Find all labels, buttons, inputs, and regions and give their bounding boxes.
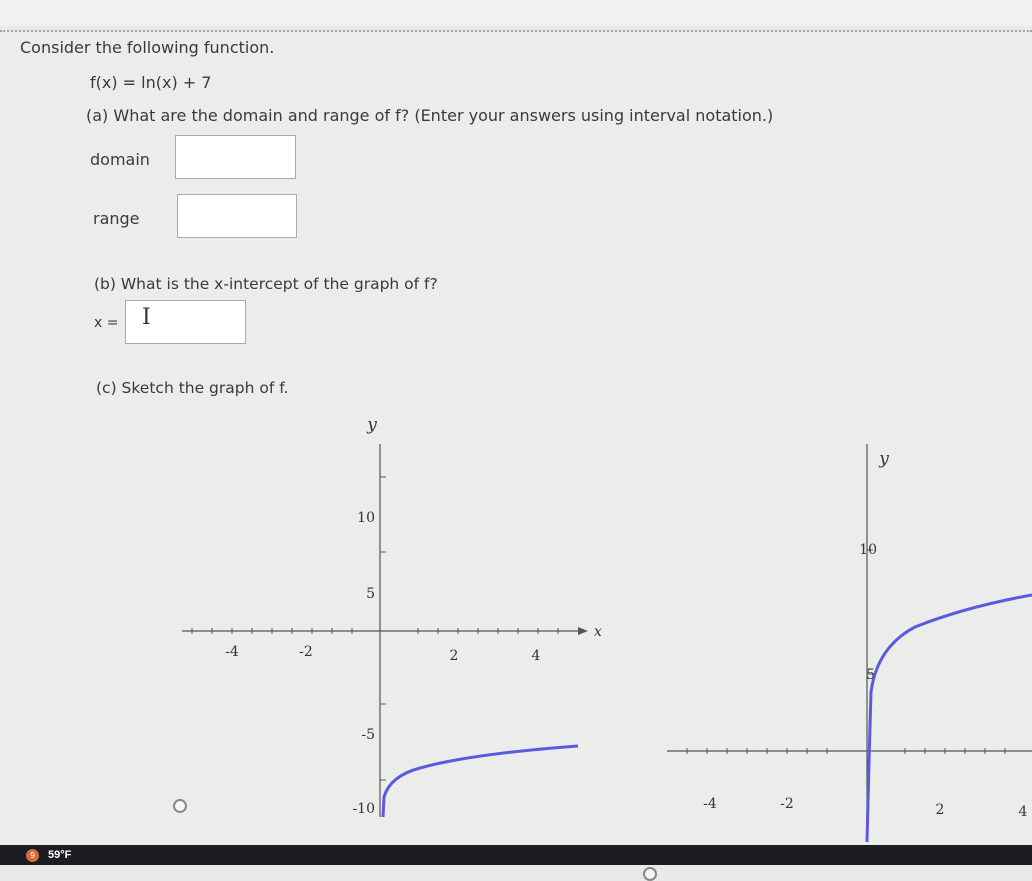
x-tick-label: -4 xyxy=(225,644,239,660)
range-input[interactable] xyxy=(177,194,297,238)
part-c-text: (c) Sketch the graph of f. xyxy=(96,379,289,397)
y-tick-label: -10 xyxy=(352,801,375,817)
x-axis-label: x xyxy=(594,624,602,640)
y-axis-label: y xyxy=(366,415,377,435)
weather-temperature[interactable]: 59°F xyxy=(48,849,71,861)
graph-option-2[interactable]: y -4 -2 2 4 10 5 xyxy=(655,402,1032,842)
x-intercept-input[interactable]: I xyxy=(125,300,246,344)
y-axis-ticks xyxy=(867,549,873,675)
x-tick-label: -2 xyxy=(780,796,794,812)
graph-option-1-radio[interactable] xyxy=(173,799,187,813)
domain-label: domain xyxy=(90,150,150,169)
y-tick-label: 10 xyxy=(357,510,375,526)
text-cursor-icon: I xyxy=(142,305,151,330)
graph-option-2-radio[interactable] xyxy=(643,867,657,881)
graph-option-1[interactable]: y x -4 -2 2 4 10 5 -5 -10 xyxy=(170,402,610,822)
x-tick-label: 4 xyxy=(1019,804,1028,820)
x-intercept-label: x = xyxy=(94,315,119,331)
y-axis-label: y xyxy=(878,449,889,469)
taskbar: 9 59°F xyxy=(0,845,1032,865)
y-tick-label: -5 xyxy=(361,727,375,743)
domain-input[interactable] xyxy=(175,135,296,179)
x-tick-label: -2 xyxy=(299,644,313,660)
x-tick-label: 2 xyxy=(936,802,945,818)
function-definition: f(x) = ln(x) + 7 xyxy=(90,73,212,92)
weather-alert-icon[interactable]: 9 xyxy=(26,849,39,862)
y-axis-ticks xyxy=(380,476,386,781)
x-tick-label: 4 xyxy=(532,648,541,664)
x-tick-label: 2 xyxy=(450,648,459,664)
x-tick-label: -4 xyxy=(703,796,717,812)
part-b-text: (b) What is the x-intercept of the graph… xyxy=(94,275,438,293)
top-strip xyxy=(0,0,1032,26)
question-panel: Consider the following function. f(x) = … xyxy=(0,30,1032,881)
y-tick-label: 10 xyxy=(859,542,877,558)
question-prompt: Consider the following function. xyxy=(20,38,275,57)
function-curve xyxy=(865,593,1032,842)
function-curve xyxy=(381,744,579,818)
range-label: range xyxy=(93,209,140,228)
x-axis-arrow-icon xyxy=(578,627,588,635)
part-a-text: (a) What are the domain and range of f? … xyxy=(86,106,774,125)
y-tick-label: 5 xyxy=(366,586,375,602)
